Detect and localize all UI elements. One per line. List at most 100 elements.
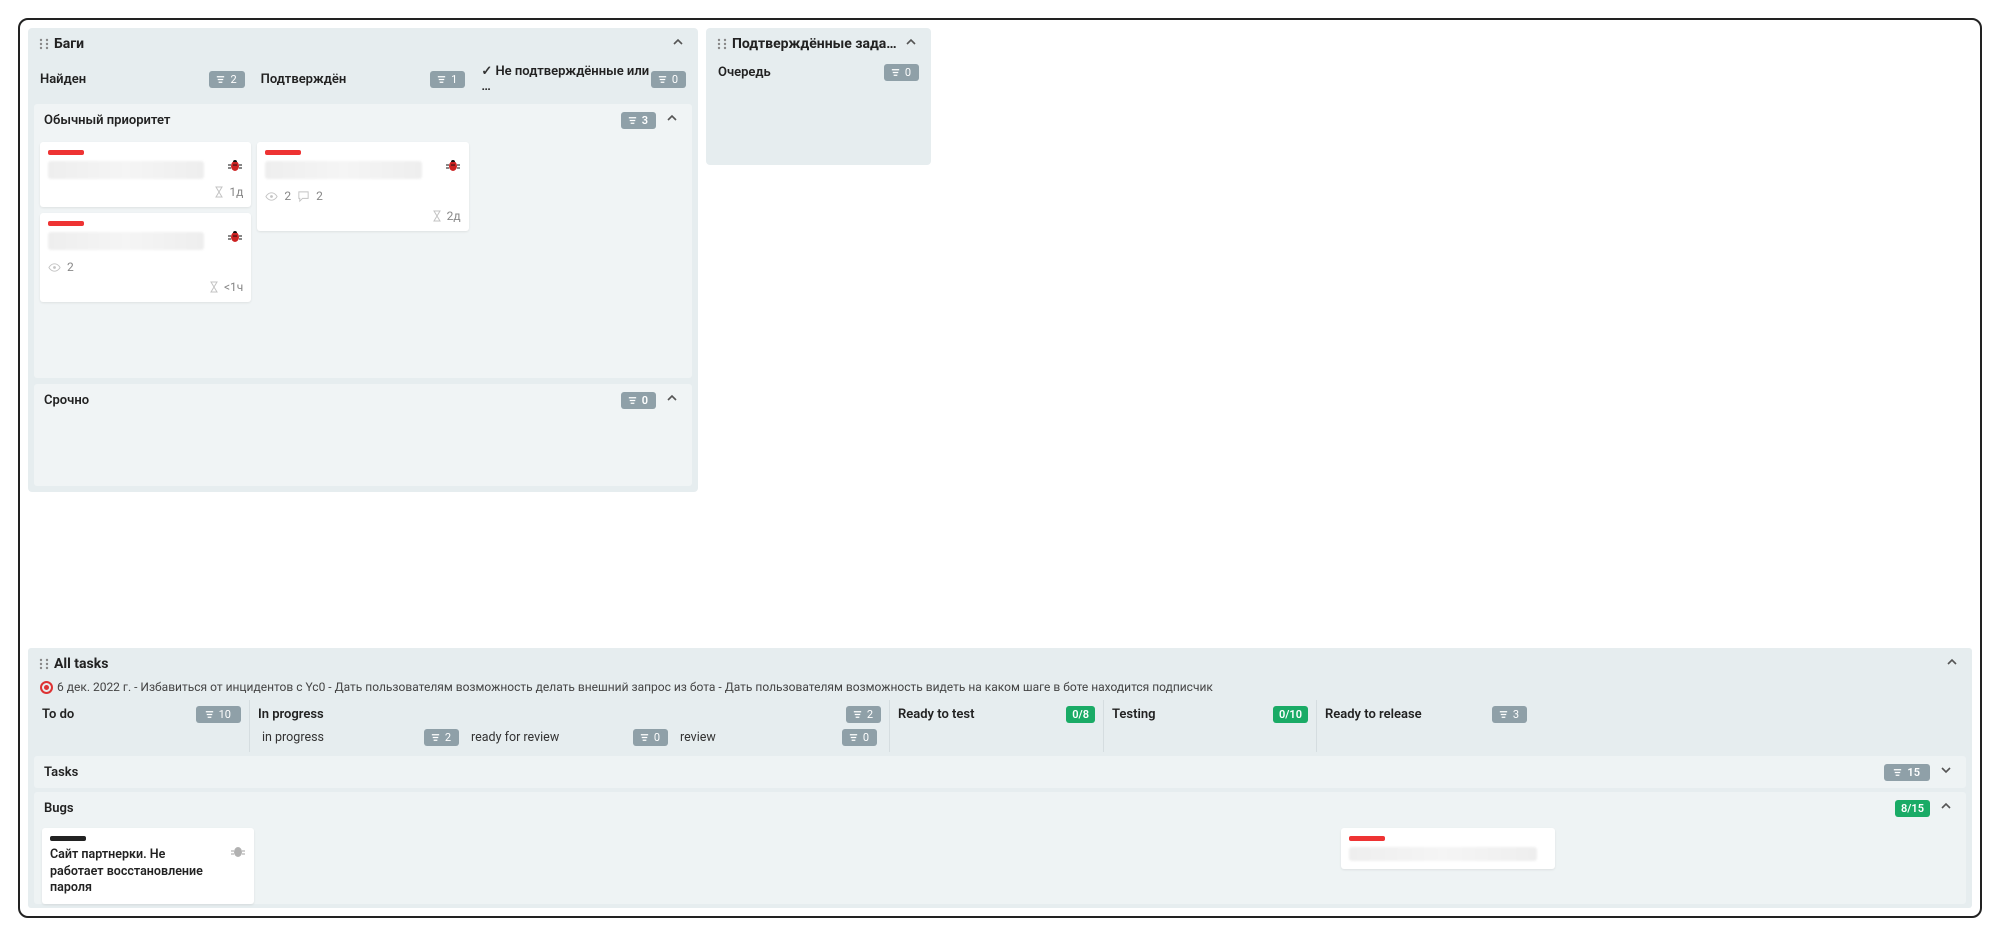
subcolumn-in-progress[interactable]: in progress 2 [258, 727, 463, 748]
bug-icon [445, 157, 461, 173]
bug-card[interactable]: 2 <1ч [40, 213, 251, 302]
drag-handle-icon[interactable] [38, 38, 50, 50]
count-pill: 2 [846, 706, 881, 723]
bug-card[interactable]: 1д [40, 142, 251, 207]
chevron-up-icon[interactable] [662, 390, 682, 410]
swimlane-cell-confirmed: 2 2 2д [257, 142, 468, 302]
swimlane-normal-priority: Обычный приоритет 3 [34, 104, 692, 378]
card-meta: 2д [265, 209, 460, 223]
card-tag [48, 150, 84, 155]
count-pill: 0 [633, 729, 668, 746]
column-label: Найден [40, 72, 86, 87]
card-title-redacted [48, 232, 204, 250]
goal-text: 6 дек. 2022 г. - Избавиться от инциденто… [57, 680, 1213, 694]
comment-icon [297, 190, 310, 203]
cell-inprog [260, 828, 900, 904]
column-unconfirmed[interactable]: Не подтверждённые или … 0 [475, 60, 692, 98]
swimlane-cell-unconfirmed [475, 142, 686, 302]
columns-row-approved: Очередь 0 [706, 60, 931, 165]
column-confirmed[interactable]: Подтверждён 1 [255, 60, 472, 98]
column-ready-to-test[interactable]: Ready to test 0/8 [890, 700, 1104, 752]
bug-card[interactable]: Сайт партнерки. Не работает восстановлен… [42, 828, 254, 904]
card-tag [48, 221, 84, 226]
chevron-up-icon[interactable] [668, 34, 688, 54]
cell-release [1339, 828, 1557, 904]
count-pill: 0 [651, 71, 686, 88]
card-tag [1349, 836, 1385, 841]
cell-todo: Сайт партнерки. Не работает восстановлен… [40, 828, 256, 904]
target-icon [40, 681, 53, 694]
ratio-badge: 0/10 [1273, 706, 1308, 723]
count-pill: 3 [621, 112, 656, 129]
bug-icon [227, 157, 243, 173]
card-meta: 1д [48, 185, 243, 199]
swimlane-controls: 0 [621, 390, 682, 410]
swimlane-body: 1д 2 [34, 136, 692, 308]
card-title-redacted [265, 161, 421, 179]
hourglass-icon [208, 281, 220, 293]
columns-row-bugs: Найден 2 Подтверждён 1 Не подтверждённые… [28, 60, 698, 98]
card-tag [265, 150, 301, 155]
hourglass-icon [431, 210, 443, 222]
panel-header-bugs: Баги [28, 28, 698, 60]
card-meta-row: 2 [48, 260, 243, 274]
panel-all-tasks: All tasks 6 дек. 2022 г. - Избавиться от… [28, 648, 1972, 908]
swimlane-cell-found: 1д 2 [40, 142, 251, 302]
bugs-row: Сайт партнерки. Не работает восстановлен… [34, 824, 1966, 904]
count-pill: 0 [842, 729, 877, 746]
card-meta: <1ч [48, 280, 243, 294]
bug-icon [227, 228, 243, 244]
ratio-badge: 0/8 [1066, 706, 1095, 723]
panel-approved-tasks: Подтверждённые задачи (н… Очередь 0 [706, 28, 931, 165]
hourglass-icon [213, 186, 225, 198]
swimlane-title: Tasks [44, 765, 1884, 780]
board-container: Баги Найден 2 Подтверждён [18, 18, 1982, 918]
all-tasks-columns: To do 10 In progress 2 [28, 700, 1972, 752]
panel-title: Подтверждённые задачи (н… [732, 36, 901, 52]
swimlane-header: Срочно 0 [34, 384, 692, 416]
eye-icon [265, 190, 278, 203]
column-todo[interactable]: To do 10 [34, 700, 250, 752]
swimlane-title: Обычный приоритет [44, 113, 621, 128]
drag-handle-icon[interactable] [38, 658, 50, 670]
count-pill: 0 [884, 64, 919, 81]
column-testing[interactable]: Testing 0/10 [1104, 700, 1317, 752]
subcolumn-review[interactable]: review 0 [676, 727, 881, 748]
bug-card[interactable]: 2 2 2д [257, 142, 468, 231]
column-in-progress[interactable]: In progress 2 in progress 2 [250, 700, 890, 752]
chevron-up-icon[interactable] [662, 110, 682, 130]
swimlane-tasks: Tasks 15 [34, 756, 1966, 788]
chevron-up-icon[interactable] [901, 34, 921, 54]
card-tag [50, 836, 86, 841]
column-label: Очередь [718, 65, 771, 80]
column-label: Не подтверждённые или … [481, 64, 650, 94]
swimlane-controls: 3 [621, 110, 682, 130]
swimlane-header: Обычный приоритет 3 [34, 104, 692, 136]
chevron-down-icon[interactable] [1936, 762, 1956, 782]
count-pill: 2 [209, 71, 244, 88]
count-pill: 10 [196, 706, 241, 723]
ratio-badge: 8/15 [1895, 800, 1930, 817]
panel-header-all-tasks: All tasks [28, 648, 1972, 680]
drag-handle-icon[interactable] [716, 38, 728, 50]
swimlane-title: Срочно [44, 393, 621, 408]
chevron-up-icon[interactable] [1936, 798, 1956, 818]
swimlane-body-empty [34, 416, 692, 486]
column-ready-to-release[interactable]: Ready to release 3 [1317, 700, 1535, 752]
count-pill: 2 [424, 729, 459, 746]
column-queue[interactable]: Очередь 0 [712, 60, 925, 85]
column-found[interactable]: Найден 2 [34, 60, 251, 98]
swimlane-title: Bugs [44, 801, 1895, 816]
chevron-up-icon[interactable] [1942, 654, 1962, 674]
cell-ready [904, 828, 1118, 904]
cell-testing [1122, 828, 1335, 904]
card-title: Сайт партнерки. Не работает восстановлен… [50, 847, 217, 896]
panel-header-approved: Подтверждённые задачи (н… [706, 28, 931, 60]
bug-card[interactable] [1341, 828, 1555, 869]
card-meta-row: 2 2 [265, 189, 460, 203]
bug-icon [230, 843, 246, 859]
subcolumn-ready-for-review[interactable]: ready for review 0 [467, 727, 672, 748]
count-pill: 1 [430, 71, 465, 88]
count-pill: 0 [621, 392, 656, 409]
column-label: Подтверждён [261, 72, 347, 87]
